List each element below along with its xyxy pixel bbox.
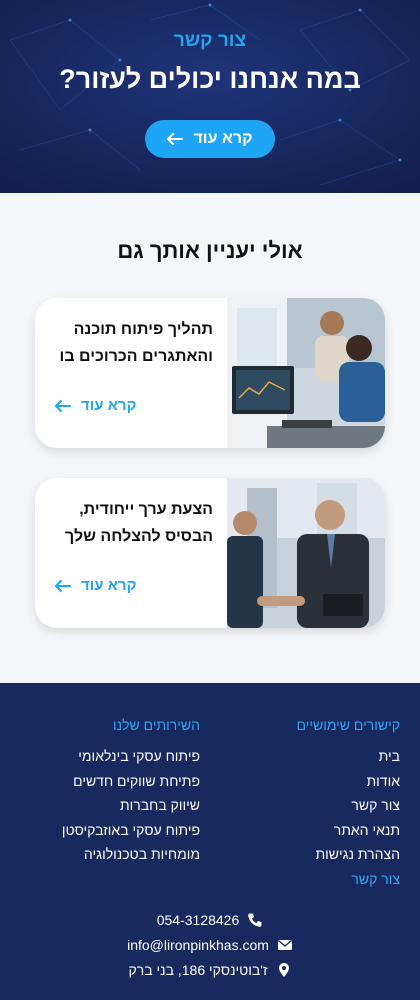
contact-email[interactable]: info@lironpinkhas.com — [0, 937, 420, 953]
footer-link-about[interactable]: אודות — [315, 769, 401, 794]
hero-title: במה אנחנו יכולים לעזור? — [59, 64, 361, 94]
footer-link-contact[interactable]: צור קשר — [315, 793, 400, 818]
article-title[interactable]: תהליך פיתוח תוכנה והאתגרים הכרוכים בו — [47, 316, 213, 370]
article-image-handshake — [227, 478, 385, 628]
article-card-body: תהליך פיתוח תוכנה והאתגרים הכרוכים בו — [35, 298, 227, 448]
article-title[interactable]: הצעת ערך ייחודית, הבסיס להצלחה שלך — [47, 496, 213, 550]
hero-read-more-label: קרא עוד — [193, 130, 253, 147]
article-card[interactable]: הצעת ערך ייחודית, הבסיס להצלחה שלך קרא ע… — [35, 478, 385, 628]
read-more-label: קרא עוד — [81, 397, 137, 414]
useful-links-heading: קישורים שימושיים — [296, 717, 400, 733]
contact-heading: צור קשר — [351, 871, 400, 887]
read-more-label: קרא עוד — [81, 577, 137, 594]
article-read-more-link[interactable]: קרא עוד — [55, 577, 136, 594]
arrow-left-icon — [55, 399, 71, 412]
services-list: פיתוח עסקי בינלאומי פתיחת שווקים חדשים ש… — [62, 744, 200, 867]
location-pin-icon — [278, 963, 289, 977]
footer-service-link[interactable]: פתיחת שווקים חדשים — [62, 769, 200, 794]
related-articles-section: אולי יעניין אותך גם תהליך פיתוח תוכנה וה… — [0, 193, 420, 683]
article-read-more-link[interactable]: קרא עוד — [55, 397, 136, 414]
email-icon — [277, 939, 292, 950]
contact-address: ז'בוטינסקי 186, בני ברק — [0, 962, 420, 978]
contact-phone[interactable]: 054-3128426 — [0, 912, 420, 928]
arrow-left-icon — [55, 579, 71, 592]
article-image-developers — [227, 298, 385, 448]
arrow-left-icon — [167, 133, 184, 145]
article-card[interactable]: תהליך פיתוח תוכנה והאתגרים הכרוכים בו קר… — [35, 298, 385, 448]
services-heading: השירותים שלנו — [113, 717, 200, 733]
hero-kicker: צור קשר — [173, 30, 247, 51]
useful-links-list: בית אודות צור קשר תנאי האתר הצהרת נגישות — [315, 744, 400, 867]
contact-phone-text: 054-3128426 — [156, 912, 240, 928]
contact-hero: צור קשר במה אנחנו יכולים לעזור? קרא עוד — [0, 0, 420, 193]
contact-email-text: info@lironpinkhas.com — [127, 937, 269, 953]
hero-network-background — [0, 0, 420, 193]
footer-link-terms[interactable]: תנאי האתר — [315, 818, 400, 843]
article-card-body: הצעת ערך ייחודית, הבסיס להצלחה שלך — [35, 478, 227, 628]
footer-service-link[interactable]: פיתוח עסקי בינלאומי — [62, 744, 200, 769]
footer-link-accessibility[interactable]: הצהרת נגישות — [315, 842, 400, 867]
contact-address-text: ז'בוטינסקי 186, בני ברק — [128, 962, 268, 978]
footer-service-link[interactable]: מומחיות בטכנולוגיה — [62, 842, 200, 867]
related-title: אולי יעניין אותך גם — [117, 238, 303, 263]
site-footer: קישורים שימושיים בית אודות צור קשר תנאי … — [0, 683, 420, 1000]
footer-service-link[interactable]: פיתוח עסקי באוזבקיסטן — [62, 818, 200, 843]
footer-service-link[interactable]: שיווק בחברות — [62, 793, 200, 818]
hero-read-more-button[interactable]: קרא עוד — [145, 120, 275, 158]
footer-link-home[interactable]: בית — [315, 744, 400, 769]
phone-icon — [248, 913, 262, 927]
